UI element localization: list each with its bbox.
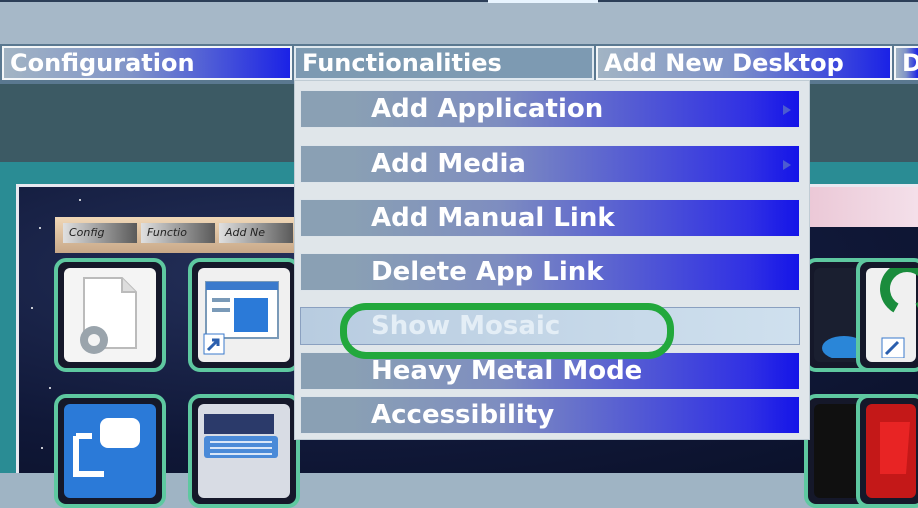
tab-next[interactable]: D [894, 46, 918, 80]
menu-item-delete-app-link[interactable]: Delete App Link [300, 253, 800, 291]
menu-item-label: Heavy Metal Mode [371, 356, 643, 386]
top-edge-right [598, 0, 918, 2]
menu-item-label: Delete App Link [371, 257, 604, 287]
keyboard-icon [198, 404, 290, 498]
tab-configuration[interactable]: Configuration [2, 46, 292, 80]
window-icon [198, 268, 290, 362]
mini-menubar: Config Functio Add Ne [63, 223, 293, 245]
menu-item-label: Add Media [371, 149, 526, 179]
top-window-strip [0, 0, 918, 44]
app-tile-edge[interactable] [856, 258, 918, 372]
mini-tab-functio: Functio [141, 223, 215, 243]
menu-item-accessibility[interactable]: Accessibility [300, 396, 800, 434]
app-tile-settings[interactable] [54, 258, 166, 372]
shortcut-icon [866, 262, 918, 362]
menu-item-label: Accessibility [371, 400, 555, 430]
red-app-icon [866, 404, 916, 498]
menu-item-add-application[interactable]: Add Application [300, 90, 800, 128]
mini-tab-add: Add Ne [219, 223, 293, 243]
document-gear-icon [64, 268, 156, 362]
chat-bubble-icon [64, 404, 156, 498]
menu-item-add-manual-link[interactable]: Add Manual Link [300, 199, 800, 237]
top-edge [0, 0, 488, 2]
menu-item-label: Add Manual Link [371, 203, 615, 233]
top-highlight [488, 0, 598, 3]
menu-item-label: Add Application [371, 94, 604, 124]
mini-tab-config: Config [63, 223, 137, 243]
app-tile-keyboard[interactable] [188, 394, 300, 508]
menu-item-add-media[interactable]: Add Media [300, 145, 800, 183]
submenu-arrow-icon [783, 160, 791, 170]
tab-functionalities[interactable]: Functionalities [294, 46, 594, 80]
submenu-arrow-icon [783, 105, 791, 115]
app-tile-window[interactable] [188, 258, 300, 372]
tab-add-new-desktop[interactable]: Add New Desktop [596, 46, 892, 80]
highlight-annotation [340, 303, 674, 359]
app-tile-chat[interactable] [54, 394, 166, 508]
app-tile-red[interactable] [856, 394, 918, 508]
